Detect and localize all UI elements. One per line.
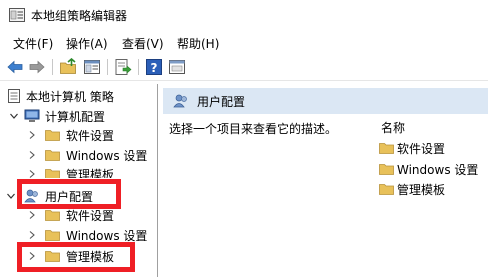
folder-icon: [45, 230, 60, 241]
chevron-right-icon[interactable]: [27, 169, 37, 178]
chevron-right-icon[interactable]: [27, 210, 37, 220]
users-icon: [173, 94, 187, 108]
details-description: 选择一个项目来查看它的描述。: [169, 122, 338, 136]
tree-label-windows-settings: Windows 设置: [66, 149, 148, 163]
chevron-down-icon[interactable]: [6, 191, 16, 201]
forward-icon[interactable]: [28, 58, 46, 76]
tree-label-computer-config: 计算机配置: [45, 110, 106, 124]
toolbar-separator: [52, 59, 53, 75]
menu-help[interactable]: 帮助(H): [177, 35, 219, 52]
tree-label-admin-templates: 管理模板: [66, 168, 115, 178]
computer-icon: [24, 109, 40, 122]
tree-label-user-software-settings: 软件设置: [66, 209, 115, 223]
title-bar: 本地组策略编辑器: [0, 0, 488, 30]
chevron-down-icon[interactable]: [9, 111, 19, 121]
list-item-label: 管理模板: [397, 183, 446, 197]
tree-item-windows-settings[interactable]: Windows 设置: [0, 145, 158, 165]
list-item-label: Windows 设置: [397, 163, 479, 177]
tree-item-root[interactable]: 本地计算机 策略: [0, 86, 158, 106]
tree-label-root: 本地计算机 策略: [26, 90, 114, 104]
toolbar: ?: [0, 53, 488, 81]
properties-icon[interactable]: [168, 58, 186, 76]
tree-item-computer-config[interactable]: 计算机配置: [0, 106, 158, 126]
details-header: 用户配置: [163, 88, 488, 114]
list-item-label: 软件设置: [397, 142, 446, 156]
export-list-icon[interactable]: [114, 58, 132, 76]
chevron-right-icon[interactable]: [27, 150, 37, 160]
menu-action[interactable]: 操作(A): [66, 35, 108, 52]
back-icon[interactable]: [6, 58, 24, 76]
policy-document-icon: [8, 89, 20, 103]
tree-pane: 本地计算机 策略 计算机配置 软件设置 Windows 设置 管理模板 用户配置…: [0, 84, 158, 277]
tree-label-software-settings: 软件设置: [66, 129, 115, 143]
highlight-box-admin-templates: [17, 242, 135, 272]
details-pane: 用户配置 选择一个项目来查看它的描述。 名称 软件设置 Windows 设置 管…: [163, 84, 488, 277]
folder-icon: [379, 164, 394, 175]
tree-item-admin-templates[interactable]: 管理模板: [0, 164, 158, 178]
details-title: 用户配置: [197, 95, 246, 109]
folder-icon: [379, 143, 394, 154]
window-title: 本地组策略编辑器: [31, 9, 128, 23]
folder-icon: [45, 210, 60, 221]
highlight-box-user-config: [17, 179, 121, 209]
svg-text:?: ?: [151, 61, 158, 75]
chevron-right-icon[interactable]: [27, 230, 37, 240]
show-hide-tree-icon[interactable]: [83, 58, 101, 76]
folder-icon: [45, 130, 60, 141]
menu-bar: 文件(F) 操作(A) 查看(V) 帮助(H): [0, 33, 488, 53]
folder-icon: [45, 150, 60, 161]
toolbar-separator: [138, 59, 139, 75]
up-folder-icon[interactable]: [59, 58, 77, 76]
chevron-right-icon[interactable]: [27, 130, 37, 140]
toolbar-separator: [107, 59, 108, 75]
policy-editor-icon: [9, 8, 25, 22]
help-icon[interactable]: ?: [145, 58, 163, 76]
menu-file[interactable]: 文件(F): [13, 35, 53, 52]
tree-item-software-settings[interactable]: 软件设置: [0, 125, 158, 145]
column-header-name[interactable]: 名称: [381, 119, 405, 136]
folder-icon: [379, 184, 394, 195]
folder-icon: [45, 169, 60, 178]
menu-view[interactable]: 查看(V): [122, 35, 164, 52]
